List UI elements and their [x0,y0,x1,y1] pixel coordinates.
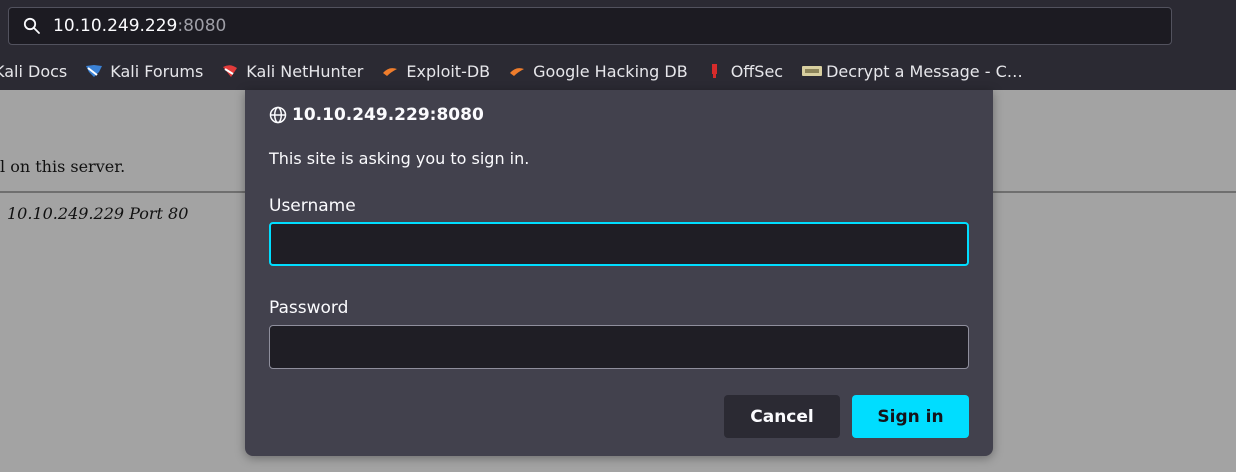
bookmark-label: Decrypt a Message - C… [826,61,1023,81]
bookmark-label: Kali NetHunter [246,61,364,81]
ghdb-icon [508,63,526,79]
bookmark-label: Google Hacking DB [533,61,688,81]
kali-forums-icon [85,63,103,79]
password-label: Password [269,298,349,318]
bookmark-label: OffSec [730,61,784,81]
password-input[interactable] [269,325,969,369]
username-label: Username [269,196,356,216]
cancel-button[interactable]: Cancel [724,395,840,438]
search-icon [23,17,41,35]
address-bar[interactable]: 10.10.249.229:8080 [8,7,1172,45]
decrypt-icon [801,63,823,79]
url-text[interactable]: 10.10.249.229:8080 [53,16,226,36]
sign-in-dialog: 10.10.249.229:8080 This site is asking y… [245,90,993,456]
page-server-signature: 10.10.249.229 Port 80 [7,204,189,223]
bookmark-exploit-db[interactable]: Exploit-DB [381,62,490,81]
bookmark-label: Kali Docs [0,61,68,81]
exploit-db-icon [381,63,399,79]
globe-icon [269,106,287,124]
bookmark-label: Kali Forums [110,61,204,81]
page-error-text: l on this server. [0,157,126,176]
username-input[interactable] [269,222,969,266]
dialog-origin-text: 10.10.249.229:8080 [292,105,484,125]
address-toolbar: 10.10.249.229:8080 [0,0,1236,52]
offsec-icon [706,63,724,79]
url-port: :8080 [177,16,227,36]
dialog-origin: 10.10.249.229:8080 [269,105,484,125]
bookmark-google-hacking-db[interactable]: Google Hacking DB [508,62,688,81]
bookmark-kali-docs[interactable]: Kali Docs [0,62,67,81]
bookmark-kali-forums[interactable]: Kali Forums [85,62,203,81]
sign-in-button[interactable]: Sign in [852,395,969,438]
bookmark-kali-nethunter[interactable]: Kali NetHunter [221,62,363,81]
url-host: 10.10.249.229 [53,16,178,36]
bookmark-decrypt-message[interactable]: Decrypt a Message - C… [801,62,1023,81]
bookmark-offsec[interactable]: OffSec [706,62,783,81]
bookmarks-toolbar: Kali Docs Kali Forums Kali NetHunter Exp… [0,52,1236,90]
bookmark-label: Exploit-DB [406,61,491,81]
nethunter-icon [221,63,239,79]
dialog-message: This site is asking you to sign in. [269,149,530,168]
